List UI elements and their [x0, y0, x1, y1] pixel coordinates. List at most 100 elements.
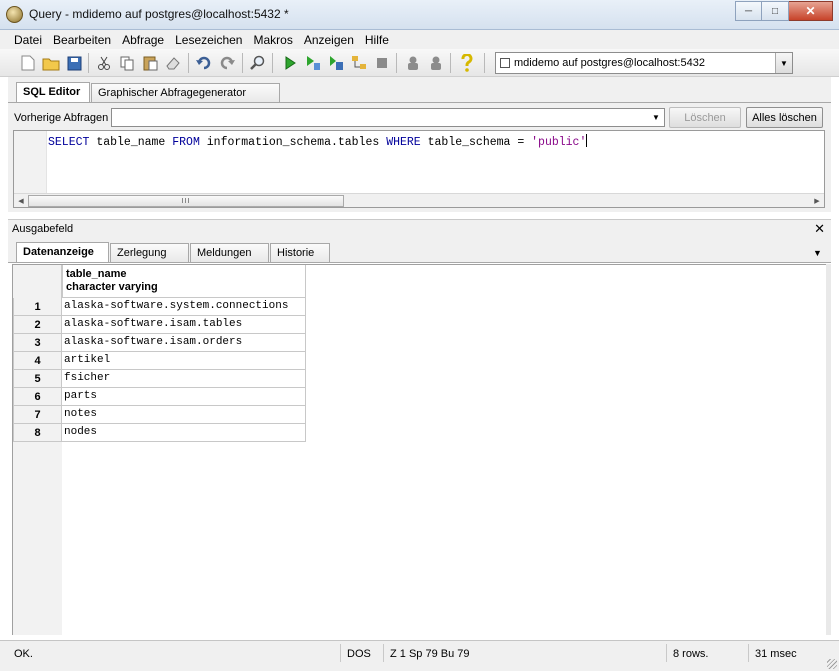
- chevron-down-icon[interactable]: ▼: [813, 248, 822, 258]
- clear-icon[interactable]: [163, 53, 183, 73]
- find-icon[interactable]: [248, 53, 268, 73]
- maximize-button[interactable]: □: [762, 1, 789, 21]
- grid-corner[interactable]: [13, 265, 62, 298]
- row-number[interactable]: 7: [13, 406, 62, 424]
- menu-abfrage[interactable]: Abfrage: [116, 30, 169, 49]
- macro-icon[interactable]: [403, 53, 423, 73]
- toolbar-separator: [272, 53, 273, 73]
- table-row[interactable]: 7 notes: [13, 406, 306, 424]
- redo-icon[interactable]: [217, 53, 237, 73]
- toolbar-separator: [450, 53, 451, 73]
- column-header[interactable]: table_name character varying: [62, 265, 306, 298]
- tab-explain[interactable]: Zerlegung: [110, 243, 189, 262]
- previous-queries-select[interactable]: ▼: [111, 108, 665, 127]
- help-icon[interactable]: [457, 53, 477, 73]
- scroll-left-icon[interactable]: ◀: [15, 195, 27, 207]
- delete-all-button[interactable]: Alles löschen: [746, 107, 823, 128]
- row-number[interactable]: 1: [13, 298, 62, 316]
- table-cell[interactable]: parts: [62, 388, 306, 406]
- line-gutter: [14, 131, 47, 193]
- row-number[interactable]: 4: [13, 352, 62, 370]
- horizontal-scrollbar[interactable]: ◀ III ▶: [14, 193, 824, 207]
- explain-icon[interactable]: [303, 53, 323, 73]
- status-row-count: 8 rows.: [666, 644, 708, 662]
- row-number[interactable]: 6: [13, 388, 62, 406]
- table-cell[interactable]: alaska-software.system.connections: [62, 298, 306, 316]
- menu-anzeigen[interactable]: Anzeigen: [298, 30, 359, 49]
- tab-graphical-query-builder[interactable]: Graphischer Abfragegenerator: [91, 83, 280, 102]
- save-icon[interactable]: [64, 53, 84, 73]
- row-number[interactable]: 2: [13, 316, 62, 334]
- sql-token: table_schema =: [420, 136, 532, 149]
- chevron-down-icon[interactable]: ▼: [775, 53, 792, 73]
- chevron-down-icon[interactable]: ▼: [648, 109, 664, 126]
- table-row[interactable]: 3 alaska-software.isam.orders: [13, 334, 306, 352]
- table-row[interactable]: 8 nodes: [13, 424, 306, 442]
- output-pane-title: Ausgabefeld: [12, 223, 74, 235]
- window-title: Query - mdidemo auf postgres@localhost:5…: [29, 7, 289, 21]
- text-caret: [586, 134, 588, 147]
- app-icon: [6, 6, 23, 23]
- open-folder-icon[interactable]: [41, 53, 61, 73]
- tab-sql-editor[interactable]: SQL Editor: [16, 82, 90, 103]
- menu-bearbeiten[interactable]: Bearbeiten: [47, 30, 116, 49]
- copy-icon[interactable]: [117, 53, 137, 73]
- undo-icon[interactable]: [194, 53, 214, 73]
- delete-button[interactable]: Löschen: [669, 107, 741, 128]
- status-exec-time: 31 msec: [748, 644, 797, 662]
- table-row[interactable]: 6 parts: [13, 388, 306, 406]
- menu-makros[interactable]: Makros: [247, 30, 297, 49]
- table-cell[interactable]: alaska-software.isam.orders: [62, 334, 306, 352]
- column-name: table_name: [66, 268, 127, 280]
- title-bar: Query - mdidemo auf postgres@localhost:5…: [0, 0, 839, 30]
- output-tabs: Datenanzeige Zerlegung Meldungen Histori…: [8, 237, 831, 263]
- connection-select[interactable]: mdidemo auf postgres@localhost:5432 ▼: [495, 52, 793, 74]
- new-file-icon[interactable]: [18, 53, 38, 73]
- tab-history[interactable]: Historie: [270, 243, 330, 262]
- vertical-scrollbar[interactable]: [826, 264, 831, 635]
- execute-to-file-icon[interactable]: [326, 53, 346, 73]
- table-row[interactable]: 4 artikel: [13, 352, 306, 370]
- toolbar-separator: [396, 53, 397, 73]
- cut-icon[interactable]: [94, 53, 114, 73]
- table-cell[interactable]: artikel: [62, 352, 306, 370]
- table-row[interactable]: 2 alaska-software.isam.tables: [13, 316, 306, 334]
- tab-underline: [8, 102, 831, 103]
- toolbar-separator: [188, 53, 189, 73]
- output-pane-header: Ausgabefeld ✕: [8, 219, 831, 237]
- execute-icon[interactable]: [280, 53, 300, 73]
- sql-token: information_schema.tables: [199, 136, 387, 149]
- close-icon[interactable]: ✕: [814, 221, 825, 237]
- cancel-icon[interactable]: [372, 53, 392, 73]
- tab-messages[interactable]: Meldungen: [190, 243, 269, 262]
- status-message: OK.: [14, 648, 33, 660]
- query-plan-icon[interactable]: [349, 53, 369, 73]
- tab-underline: [8, 262, 831, 263]
- table-cell[interactable]: alaska-software.isam.tables: [62, 316, 306, 334]
- connection-checkbox[interactable]: [500, 58, 510, 68]
- close-button[interactable]: ✕: [789, 1, 833, 21]
- table-row[interactable]: 1 alaska-software.system.connections: [13, 298, 306, 316]
- row-number[interactable]: 8: [13, 424, 62, 442]
- row-number[interactable]: 3: [13, 334, 62, 352]
- resize-grip-icon[interactable]: [827, 659, 837, 669]
- tab-data-view[interactable]: Datenanzeige: [16, 242, 109, 263]
- sql-string: 'public': [531, 136, 587, 149]
- table-cell[interactable]: fsicher: [62, 370, 306, 388]
- row-number[interactable]: 5: [13, 370, 62, 388]
- paste-icon[interactable]: [140, 53, 160, 73]
- sql-editor[interactable]: SELECT table_name FROM information_schem…: [13, 130, 825, 208]
- scrollbar-thumb[interactable]: III: [28, 195, 344, 207]
- menu-hilfe[interactable]: Hilfe: [359, 30, 394, 49]
- minimize-button[interactable]: ─: [735, 1, 762, 21]
- sql-keyword: SELECT: [48, 136, 90, 149]
- sql-text[interactable]: SELECT table_name FROM information_schem…: [48, 134, 588, 149]
- scroll-right-icon[interactable]: ▶: [811, 195, 823, 207]
- table-cell[interactable]: notes: [62, 406, 306, 424]
- table-row[interactable]: 5 fsicher: [13, 370, 306, 388]
- macro-record-icon[interactable]: [426, 53, 446, 73]
- menu-datei[interactable]: Datei: [8, 30, 47, 49]
- table-cell[interactable]: nodes: [62, 424, 306, 442]
- results-grid[interactable]: table_name character varying 1 alaska-so…: [12, 264, 826, 635]
- menu-lesezeichen[interactable]: Lesezeichen: [169, 30, 247, 49]
